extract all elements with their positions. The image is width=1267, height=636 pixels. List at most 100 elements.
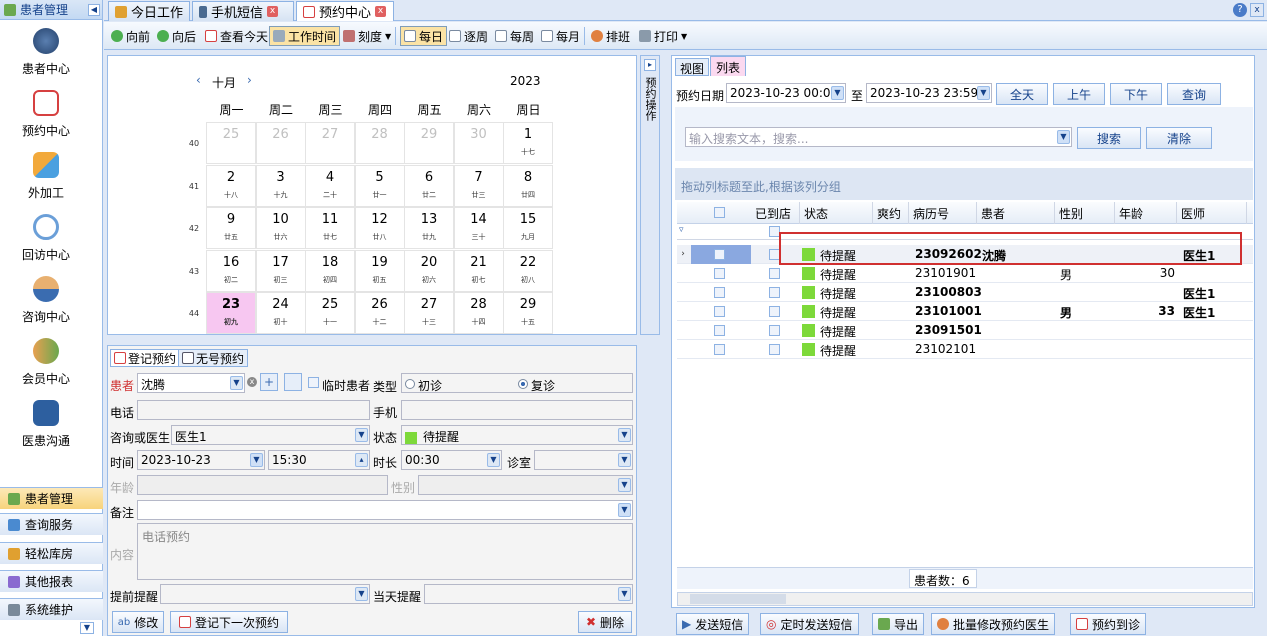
calendar-day-cell[interactable]: 11 廿七 bbox=[305, 207, 355, 249]
close-window-icon[interactable]: x bbox=[1250, 3, 1264, 17]
calendar-day-cell[interactable]: 24 初十 bbox=[255, 292, 306, 334]
calendar-day-cell[interactable]: 26 bbox=[255, 122, 306, 164]
calendar-day-cell[interactable]: 26 十二 bbox=[354, 292, 405, 334]
tab-appointment-center[interactable]: 预约中心 x bbox=[296, 1, 394, 21]
type-first-radio[interactable] bbox=[405, 379, 415, 389]
calendar-day-cell[interactable]: 16 初二 bbox=[206, 249, 256, 292]
row-select-checkbox[interactable] bbox=[714, 325, 725, 336]
sidebar-item-followup[interactable]: 回访中心 bbox=[0, 214, 92, 263]
calendar-day-cell[interactable]: 10 廿六 bbox=[255, 207, 306, 249]
col-noshow[interactable]: 爽约 bbox=[873, 202, 909, 224]
clear-icon[interactable]: x bbox=[247, 377, 257, 387]
duration-select[interactable]: 00:30 ▼ bbox=[401, 450, 502, 470]
arrived-checkbox[interactable] bbox=[769, 306, 780, 317]
scale-dropdown[interactable]: 刻度 ▼ bbox=[340, 26, 394, 46]
today-button[interactable]: 查看今天 bbox=[202, 26, 271, 46]
expand-down-icon[interactable]: ▼ bbox=[80, 622, 94, 634]
sidebar-bottom-reports[interactable]: 其他报表 bbox=[0, 570, 103, 592]
all-day-button[interactable]: 全天 bbox=[996, 83, 1048, 105]
sidebar-item-member[interactable]: 会员中心 bbox=[0, 338, 92, 387]
calendar-day-cell[interactable]: 23 初九 bbox=[206, 292, 256, 334]
row-select-checkbox[interactable] bbox=[714, 268, 725, 279]
weekly-view-button[interactable]: 逐周 bbox=[446, 26, 491, 46]
query-button[interactable]: 查询 bbox=[1167, 83, 1221, 105]
calendar-day-cell[interactable]: 27 十三 bbox=[404, 292, 454, 334]
group-by-area[interactable]: 拖动列标题至此,根据该列分组 bbox=[675, 168, 1253, 200]
time-spinner[interactable]: 15:30 ▴ bbox=[268, 450, 370, 470]
date-picker[interactable]: 2023-10-23 ▼ bbox=[137, 450, 265, 470]
patient-field[interactable]: 沈腾 ▼ bbox=[137, 373, 245, 393]
phone-field[interactable] bbox=[137, 400, 370, 420]
calendar-day-cell[interactable]: 25 十一 bbox=[305, 292, 355, 334]
calendar-day-cell[interactable]: 30 bbox=[453, 122, 504, 164]
scrollbar-thumb[interactable] bbox=[690, 594, 786, 604]
calendar-day-cell[interactable]: 17 初三 bbox=[255, 249, 306, 292]
appointment-arrival-button[interactable]: 预约到诊 bbox=[1070, 613, 1147, 635]
doctor-select[interactable]: 医生1 ▼ bbox=[171, 425, 370, 445]
morning-button[interactable]: 上午 bbox=[1053, 83, 1105, 105]
forward-button[interactable]: 向前 bbox=[108, 26, 153, 46]
daily-view-button[interactable]: 每日 bbox=[400, 26, 448, 46]
calendar-day-cell[interactable]: 13 廿九 bbox=[404, 207, 454, 249]
close-icon[interactable]: x bbox=[375, 6, 387, 17]
search-input[interactable]: 输入搜索文本，搜索... ▼ bbox=[685, 127, 1072, 147]
arrived-checkbox[interactable] bbox=[769, 344, 780, 355]
side-panel-tab[interactable]: ▸ 预约操作 bbox=[640, 55, 660, 335]
row-select-checkbox[interactable] bbox=[714, 344, 725, 355]
collapse-icon[interactable]: ◀ bbox=[88, 3, 100, 16]
content-textarea[interactable]: 电话预约 bbox=[137, 523, 633, 580]
horizontal-scrollbar[interactable] bbox=[677, 592, 1253, 606]
export-button[interactable]: 导出 bbox=[872, 613, 925, 635]
calendar-day-cell[interactable]: 12 廿八 bbox=[354, 207, 405, 249]
calendar-day-cell[interactable]: 2 十八 bbox=[206, 164, 256, 207]
sidebar-bottom-system[interactable]: 系统维护 bbox=[0, 598, 103, 620]
calendar-day-cell[interactable]: 8 廿四 bbox=[503, 164, 553, 207]
spinner-icon[interactable]: ▴ bbox=[355, 453, 368, 467]
worktime-button[interactable]: 工作时间 bbox=[269, 26, 341, 46]
sidebar-bottom-query[interactable]: 查询服务 bbox=[0, 513, 103, 535]
chevron-down-icon[interactable]: ▼ bbox=[977, 86, 990, 100]
sidebar-item-outsourcing[interactable]: 外加工 bbox=[0, 152, 92, 201]
calendar-day-cell[interactable]: 4 二十 bbox=[305, 164, 355, 207]
calendar-day-cell[interactable]: 21 初七 bbox=[453, 249, 504, 292]
table-row[interactable]: 待提醒 23101001 男 33 医生1 bbox=[677, 302, 1253, 321]
tab-view[interactable]: 视图 bbox=[675, 58, 710, 76]
sidebar-item-appointment-center[interactable]: 预约中心 bbox=[0, 90, 92, 139]
close-icon[interactable]: x bbox=[267, 6, 279, 17]
print-dropdown[interactable]: 打印 ▼ bbox=[636, 26, 690, 46]
sidebar-bottom-warehouse[interactable]: 轻松库房 bbox=[0, 542, 103, 564]
select-all-checkbox[interactable] bbox=[714, 207, 725, 218]
clear-button[interactable]: 清除 bbox=[1146, 127, 1212, 149]
date-to-field[interactable]: 2023-10-23 23:59 ▼ bbox=[866, 83, 992, 103]
calendar-day-cell[interactable]: 1 十七 bbox=[503, 122, 553, 164]
status-select[interactable]: 待提醒 ▼ bbox=[401, 425, 633, 445]
search-button[interactable]: 搜索 bbox=[1077, 127, 1141, 149]
col-arrived[interactable]: 已到店 bbox=[751, 202, 800, 224]
monthly-view-button[interactable]: 每月 bbox=[538, 26, 583, 46]
room-select[interactable]: ▼ bbox=[534, 450, 633, 470]
arrived-checkbox[interactable] bbox=[769, 287, 780, 298]
calendar-day-cell[interactable]: 22 初八 bbox=[503, 249, 553, 292]
send-sms-button[interactable]: ▶ 发送短信 bbox=[676, 613, 750, 635]
calendar-day-cell[interactable]: 27 bbox=[305, 122, 355, 164]
table-row[interactable]: 待提醒 23091501 bbox=[677, 321, 1253, 340]
sidebar-item-consult[interactable]: 咨询中心 bbox=[0, 276, 92, 325]
schedule-button[interactable]: 排班 bbox=[588, 26, 633, 46]
type-return-radio[interactable] bbox=[518, 379, 528, 389]
prev-month-icon[interactable]: ‹ bbox=[196, 73, 201, 87]
perweek-view-button[interactable]: 每周 bbox=[492, 26, 537, 46]
next-month-icon[interactable]: › bbox=[247, 73, 252, 87]
register-next-button[interactable]: 登记下一次预约 bbox=[170, 611, 288, 633]
afternoon-button[interactable]: 下午 bbox=[1110, 83, 1162, 105]
calendar-day-cell[interactable]: 14 三十 bbox=[453, 207, 504, 249]
calendar-day-cell[interactable]: 28 十四 bbox=[453, 292, 504, 334]
table-row[interactable]: 待提醒 23102101 bbox=[677, 340, 1253, 359]
mobile-field[interactable] bbox=[401, 400, 633, 420]
calendar-day-cell[interactable]: 3 十九 bbox=[255, 164, 306, 207]
sidebar-bottom-patient-mgmt[interactable]: 患者管理 bbox=[0, 487, 103, 509]
day-remind-select[interactable]: ▼ bbox=[424, 584, 633, 604]
batch-change-doctor-button[interactable]: 批量修改预约医生 bbox=[931, 613, 1056, 635]
calendar-day-cell[interactable]: 7 廿三 bbox=[453, 164, 504, 207]
row-select-checkbox[interactable] bbox=[714, 249, 725, 260]
col-gender[interactable]: 性别 bbox=[1055, 202, 1115, 224]
